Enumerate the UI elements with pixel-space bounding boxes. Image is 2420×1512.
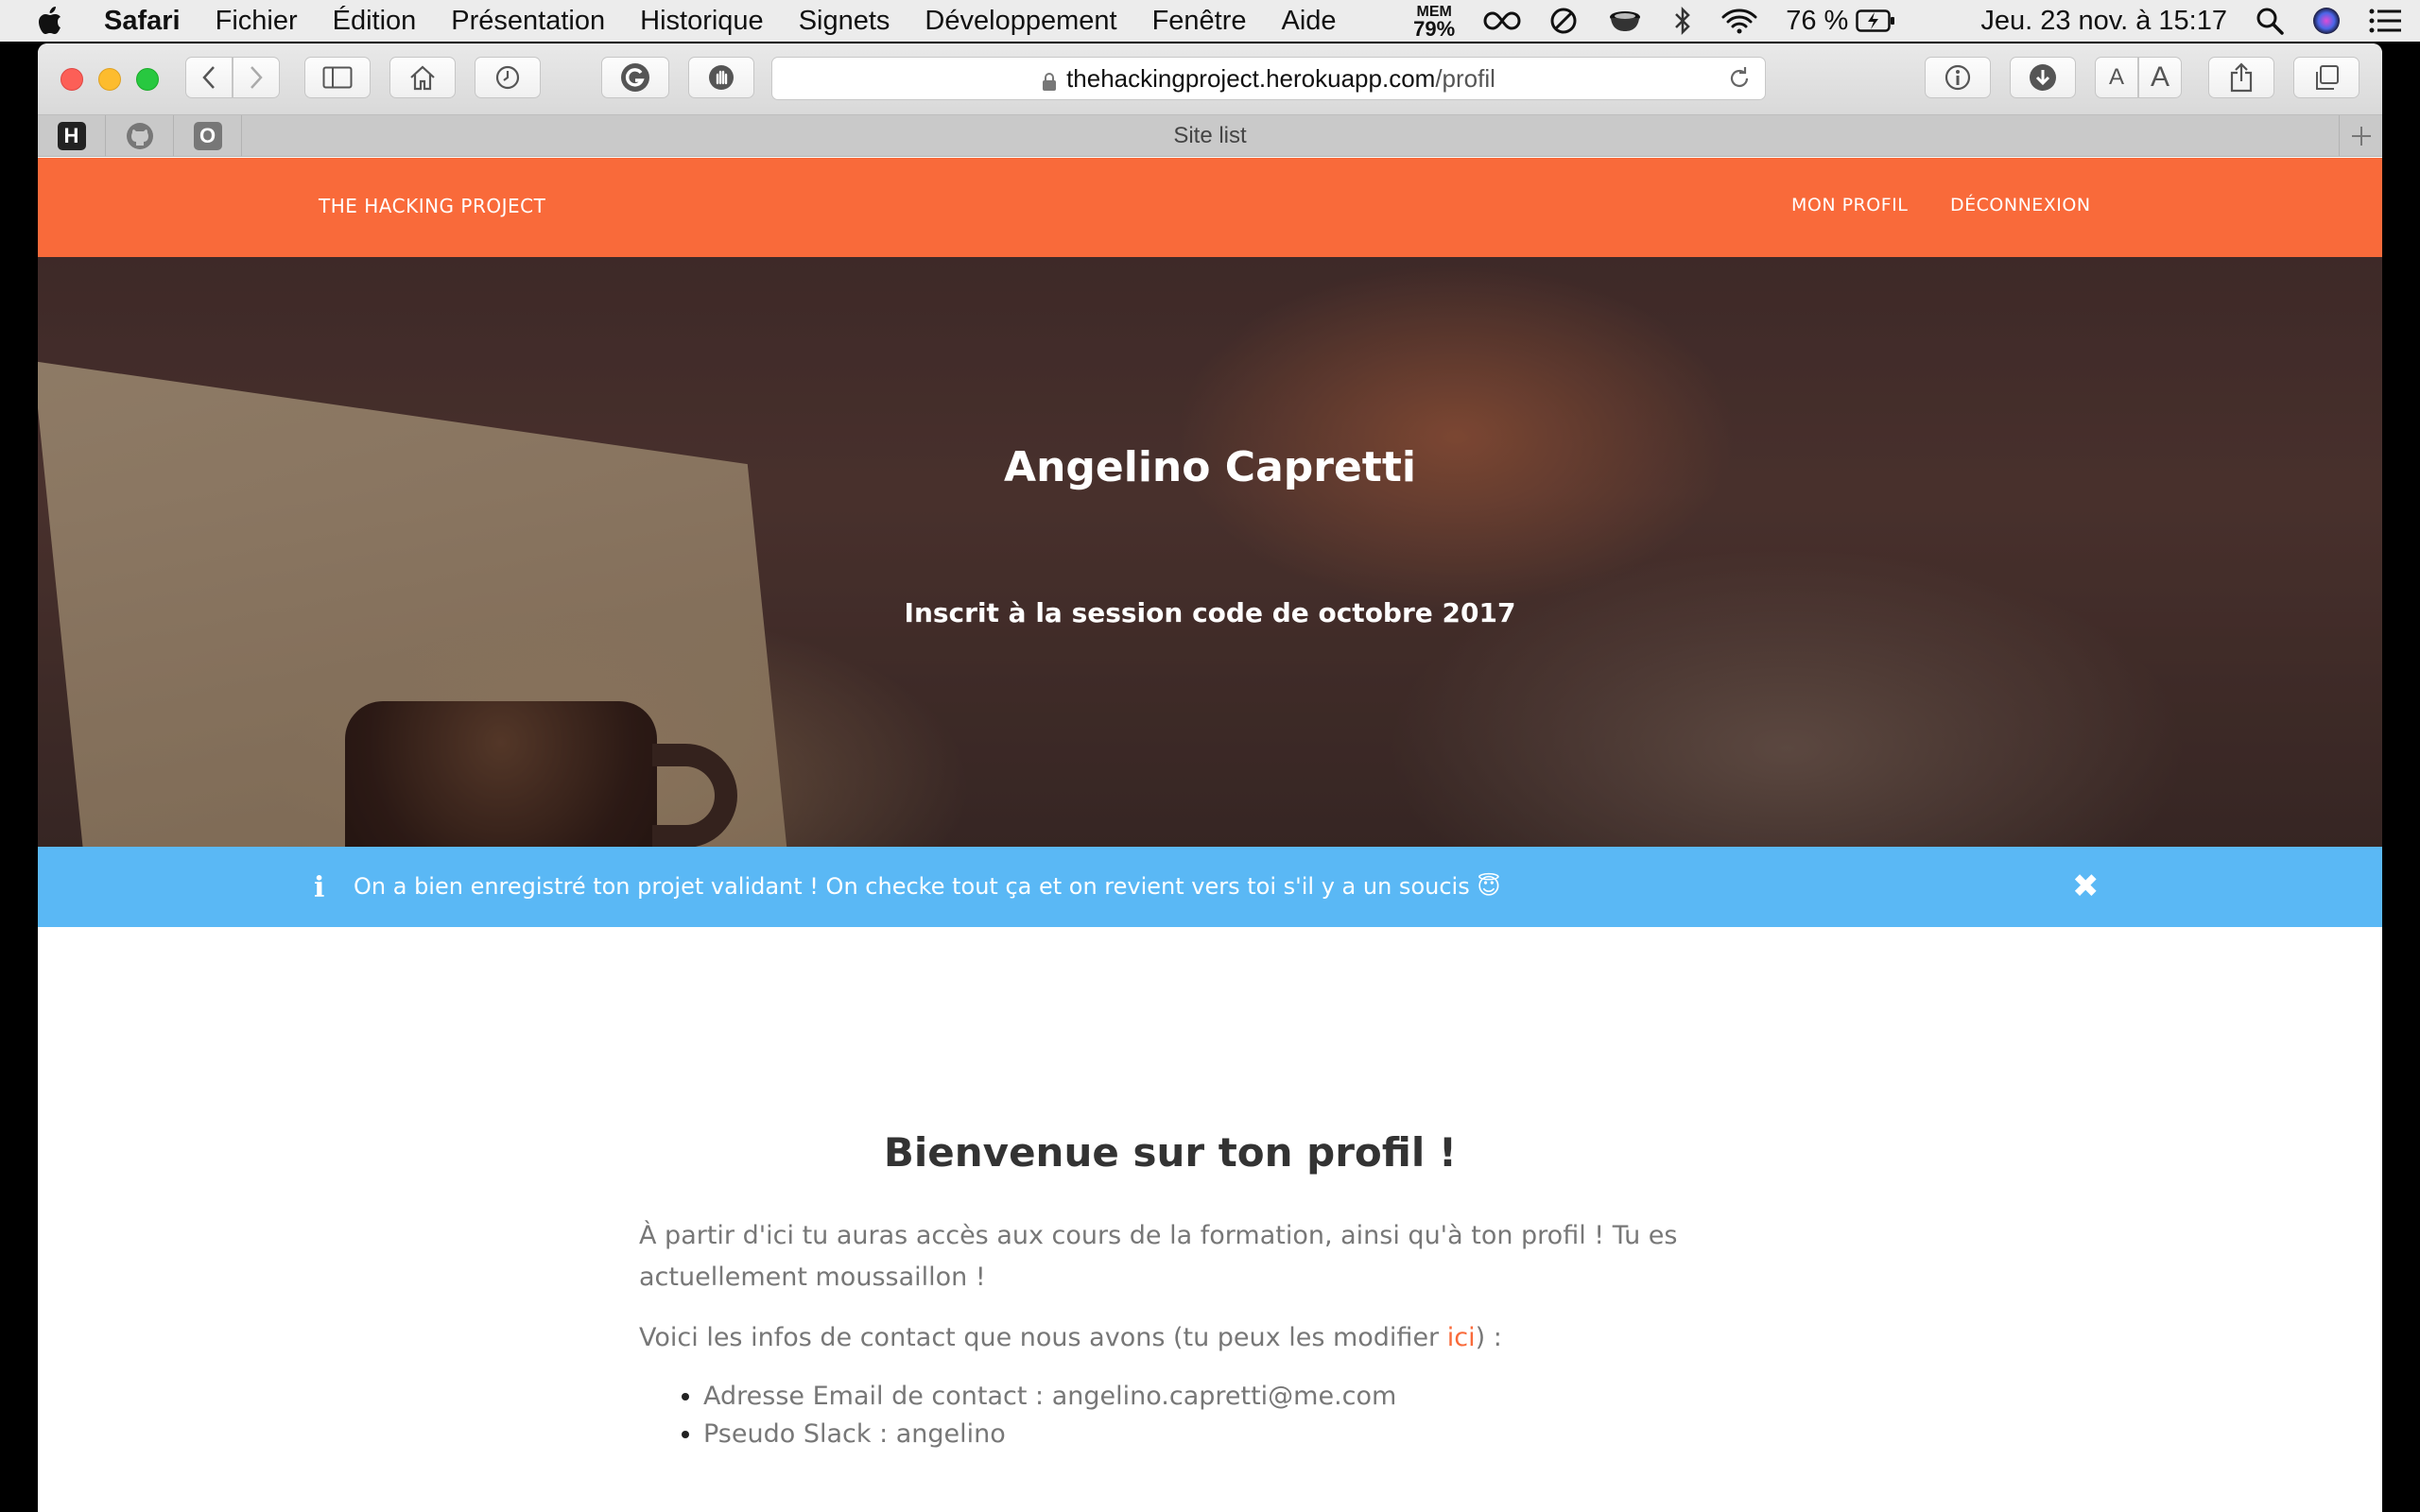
contact-email-item: Adresse Email de contact : angelino.capr…: [703, 1378, 1702, 1416]
chevron-right-icon: [251, 66, 263, 89]
tabs-overview-icon: [2316, 65, 2339, 90]
home-icon: [410, 65, 435, 91]
favorite-o[interactable]: O: [174, 114, 242, 157]
info-alert: i On a bien enregistré ton projet valida…: [38, 847, 2382, 927]
battery-percent: 76 %: [1786, 5, 1849, 36]
download-icon: [2030, 64, 2056, 91]
contact-text-before: Voici les infos de contact que nous avon…: [639, 1323, 1447, 1352]
clock-datetime[interactable]: Jeu. 23 nov. à 15:17: [1980, 6, 2227, 37]
menu-signets[interactable]: Signets: [799, 6, 890, 37]
edit-contact-link[interactable]: ici: [1447, 1323, 1476, 1352]
intro-text: À partir d'ici tu auras accès aux cours …: [639, 1221, 1678, 1292]
bluetooth-icon[interactable]: [1672, 7, 1693, 35]
browser-toolbar: thehackingproject.herokuapp.com/profil A…: [38, 43, 2382, 115]
tabs-overview-button[interactable]: [2293, 57, 2360, 98]
favorite-o-icon: O: [193, 121, 222, 150]
contact-slack-item: Pseudo Slack : angelino: [703, 1416, 1702, 1453]
reader-info-button[interactable]: [1925, 57, 1991, 98]
address-bar[interactable]: thehackingproject.herokuapp.com/profil: [771, 57, 1766, 100]
site-brand-link[interactable]: THE HACKING PROJECT: [319, 195, 545, 217]
menu-aide[interactable]: Aide: [1282, 6, 1337, 37]
github-icon: [126, 122, 153, 149]
tab-title[interactable]: Site list: [1173, 123, 1246, 149]
plus-icon: [2351, 127, 2371, 146]
profile-session: Inscrit à la session code de octobre 201…: [904, 597, 1516, 628]
nav-deconnexion[interactable]: DÉCONNEXION: [1950, 195, 2091, 215]
spotlight-search-icon[interactable]: [2256, 7, 2284, 35]
macos-menu-bar: Safari Fichier Édition Présentation Hist…: [0, 0, 2420, 42]
favorite-github[interactable]: [106, 114, 174, 157]
sidebar-icon: [322, 66, 353, 89]
forward-button[interactable]: [233, 57, 280, 98]
battery-charging-icon: [1856, 9, 1895, 32]
nav-mon-profil[interactable]: MON PROFIL: [1791, 195, 1908, 215]
french-flag-icon[interactable]: [1924, 10, 1952, 31]
siri-icon[interactable]: [2312, 7, 2341, 35]
menu-developpement[interactable]: Développement: [925, 6, 1116, 37]
share-button[interactable]: [2208, 57, 2274, 98]
new-tab-button[interactable]: [2339, 115, 2382, 157]
reload-icon[interactable]: [1727, 65, 1752, 98]
grammarly-extension-button[interactable]: [601, 57, 669, 98]
web-page: THE HACKING PROJECT MON PROFIL DÉCONNEXI…: [38, 158, 2382, 1512]
info-icon: i: [314, 871, 325, 904]
profile-content: Bienvenue sur ton profil ! À partir d'ic…: [639, 1129, 1702, 1453]
share-icon: [2230, 62, 2253, 93]
close-window-button[interactable]: [60, 68, 83, 91]
menu-fichier[interactable]: Fichier: [216, 6, 298, 37]
favorite-h-icon: H: [57, 121, 86, 150]
downloads-button[interactable]: [2010, 57, 2076, 98]
url-domain: thehackingproject.herokuapp.com: [1066, 63, 1436, 93]
contact-intro: Voici les infos de contact que nous avon…: [639, 1317, 1702, 1359]
profile-name: Angelino Capretti: [1004, 443, 1416, 491]
memory-value: 79%: [1413, 16, 1456, 41]
lock-icon: [1042, 69, 1057, 91]
chevron-left-icon: [202, 66, 215, 89]
info-icon: [1945, 64, 1971, 91]
minimize-window-button[interactable]: [98, 68, 121, 91]
memory-status[interactable]: MEM 79%: [1413, 4, 1456, 41]
font-smaller-button[interactable]: A: [2095, 57, 2138, 98]
caffeine-cup-icon[interactable]: [1606, 8, 1644, 34]
url-path: /profil: [1435, 63, 1495, 93]
clock-icon: [495, 65, 520, 90]
alert-close-icon[interactable]: ✖: [2072, 868, 2100, 905]
profile-hero: Angelino Capretti Inscrit à la session c…: [38, 257, 2382, 847]
menu-edition[interactable]: Édition: [333, 6, 417, 37]
grammarly-icon: [621, 63, 649, 92]
hero-overlay: [38, 257, 2382, 847]
safari-window: thehackingproject.herokuapp.com/profil A…: [38, 43, 2382, 1512]
contact-info-list: Adresse Email de contact : angelino.capr…: [703, 1378, 1702, 1453]
favorites-bar: H O Site list: [38, 114, 2382, 157]
battery-status[interactable]: 76 %: [1786, 6, 1895, 37]
do-not-disturb-icon[interactable]: [1549, 7, 1578, 35]
hand-stop-icon: [709, 65, 734, 90]
history-button[interactable]: [475, 57, 541, 98]
notification-center-icon[interactable]: [2369, 9, 2401, 33]
menu-fenetre[interactable]: Fenêtre: [1152, 6, 1247, 37]
apple-menu-icon[interactable]: [36, 6, 78, 36]
site-navbar: THE HACKING PROJECT MON PROFIL DÉCONNEXI…: [38, 158, 2382, 257]
adblock-extension-button[interactable]: [688, 57, 754, 98]
favorite-hackernews[interactable]: H: [38, 114, 106, 157]
home-button[interactable]: [389, 57, 456, 98]
menu-historique[interactable]: Historique: [640, 6, 764, 37]
alert-message: On a bien enregistré ton projet validant…: [354, 873, 1501, 900]
wifi-icon[interactable]: [1721, 8, 1757, 34]
contact-text-after: ) :: [1475, 1323, 1502, 1352]
infinity-icon[interactable]: [1483, 9, 1521, 32]
zoom-window-button[interactable]: [136, 68, 159, 91]
welcome-title: Bienvenue sur ton profil !: [883, 1129, 1458, 1176]
back-button[interactable]: [185, 57, 233, 98]
menu-presentation[interactable]: Présentation: [451, 6, 605, 37]
font-larger-button[interactable]: A: [2138, 57, 2182, 98]
sidebar-button[interactable]: [304, 57, 371, 98]
menu-safari[interactable]: Safari: [104, 6, 181, 37]
